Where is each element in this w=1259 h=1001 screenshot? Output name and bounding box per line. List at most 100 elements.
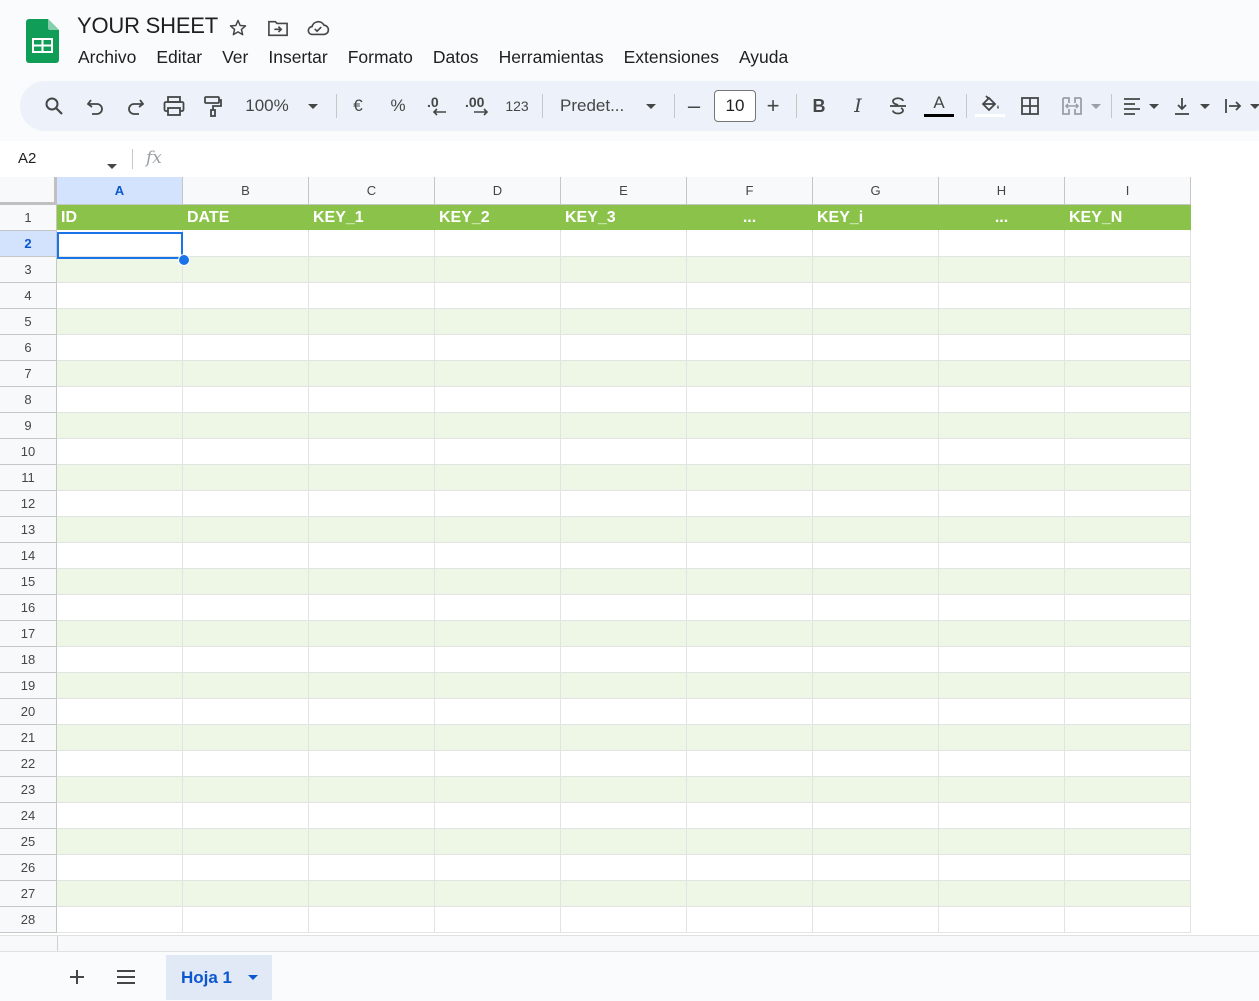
grid-cell[interactable] [57, 725, 183, 751]
grid-cell[interactable] [561, 621, 687, 647]
row-header-28[interactable]: 28 [0, 907, 57, 933]
header-cell[interactable]: ... [939, 205, 1065, 231]
text-wrapping-dropdown-icon[interactable] [1248, 81, 1259, 131]
grid-cell[interactable] [183, 855, 309, 881]
grid-cell[interactable] [939, 231, 1065, 257]
grid-cell[interactable] [939, 777, 1065, 803]
grid-cell[interactable] [435, 257, 561, 283]
grid-cell[interactable] [183, 283, 309, 309]
grid-cell[interactable] [183, 699, 309, 725]
menu-extensiones[interactable]: Extensiones [614, 45, 729, 69]
grid-cell[interactable] [309, 647, 435, 673]
grid-cell[interactable] [183, 751, 309, 777]
column-header-e[interactable]: E [561, 177, 687, 205]
menu-editar[interactable]: Editar [146, 45, 212, 69]
grid-cell[interactable] [813, 751, 939, 777]
grid-cell[interactable] [561, 595, 687, 621]
grid-cell[interactable] [435, 361, 561, 387]
grid-cell[interactable] [435, 309, 561, 335]
grid-cell[interactable] [813, 413, 939, 439]
grid-cell[interactable] [57, 257, 183, 283]
header-cell[interactable]: KEY_N [1065, 205, 1191, 231]
grid-cell[interactable] [687, 517, 813, 543]
grid-cell[interactable] [1065, 673, 1191, 699]
grid-cell[interactable] [1065, 855, 1191, 881]
grid-cell[interactable] [561, 829, 687, 855]
header-cell[interactable]: KEY_i [813, 205, 939, 231]
text-wrapping-icon[interactable] [1221, 81, 1245, 131]
menu-herramientas[interactable]: Herramientas [489, 45, 614, 69]
header-cell[interactable]: KEY_3 [561, 205, 687, 231]
grid-cell[interactable] [813, 439, 939, 465]
grid-cell[interactable] [435, 413, 561, 439]
grid-cell[interactable] [183, 569, 309, 595]
grid-cell[interactable] [813, 283, 939, 309]
grid-cell[interactable] [939, 257, 1065, 283]
grid-cell[interactable] [183, 881, 309, 907]
grid-cell[interactable] [1065, 309, 1191, 335]
grid-cell[interactable] [687, 361, 813, 387]
row-header-5[interactable]: 5 [0, 309, 57, 335]
zoom-select[interactable]: 100% [242, 81, 292, 131]
grid-cell[interactable] [183, 335, 309, 361]
grid-cell[interactable] [1065, 907, 1191, 933]
grid-cell[interactable] [309, 829, 435, 855]
grid-cell[interactable] [309, 751, 435, 777]
font-size-input[interactable]: 10 [714, 90, 756, 122]
grid-cell[interactable] [435, 621, 561, 647]
grid-cell[interactable] [57, 309, 183, 335]
document-title[interactable]: YOUR SHEET [77, 13, 218, 39]
grid-cell[interactable] [687, 387, 813, 413]
more-formats-button[interactable]: 123 [503, 81, 531, 131]
grid-cell[interactable] [435, 517, 561, 543]
header-cell[interactable]: KEY_2 [435, 205, 561, 231]
grid-cell[interactable] [939, 283, 1065, 309]
grid-cell[interactable] [939, 803, 1065, 829]
grid-cell[interactable] [813, 335, 939, 361]
menu-datos[interactable]: Datos [423, 45, 489, 69]
grid-cell[interactable] [1065, 283, 1191, 309]
column-header-c[interactable]: C [309, 177, 435, 205]
spreadsheet-grid[interactable]: ABCDEFGHI 1 ID DATE KEY_1 KEY_2 KEY_3... KEY_i… [0, 177, 1259, 935]
grid-cell[interactable] [183, 361, 309, 387]
print-icon[interactable] [162, 81, 186, 131]
menu-ver[interactable]: Ver [212, 45, 258, 69]
grid-cell[interactable] [813, 829, 939, 855]
grid-cell[interactable] [1065, 777, 1191, 803]
grid-cell[interactable] [435, 907, 561, 933]
grid-cell[interactable] [57, 335, 183, 361]
grid-cell[interactable] [183, 543, 309, 569]
borders-icon[interactable] [1018, 81, 1042, 131]
header-cell[interactable]: ID [57, 205, 183, 231]
column-header-f[interactable]: F [687, 177, 813, 205]
grid-cell[interactable] [939, 881, 1065, 907]
grid-cell[interactable] [435, 283, 561, 309]
grid-cell[interactable] [939, 751, 1065, 777]
grid-cell[interactable] [309, 413, 435, 439]
grid-cell[interactable] [939, 335, 1065, 361]
percent-format-button[interactable]: % [388, 81, 408, 131]
grid-cell[interactable] [939, 517, 1065, 543]
grid-cell[interactable] [939, 387, 1065, 413]
grid-cell[interactable] [687, 907, 813, 933]
grid-cell[interactable] [687, 829, 813, 855]
grid-cell[interactable] [561, 309, 687, 335]
row-header-24[interactable]: 24 [0, 803, 57, 829]
grid-cell[interactable] [183, 387, 309, 413]
add-sheet-button[interactable] [64, 964, 90, 990]
row-header-11[interactable]: 11 [0, 465, 57, 491]
grid-cell[interactable] [939, 595, 1065, 621]
row-header-8[interactable]: 8 [0, 387, 57, 413]
row-header-7[interactable]: 7 [0, 361, 57, 387]
grid-cell[interactable] [435, 491, 561, 517]
grid-cell[interactable] [57, 439, 183, 465]
grid-cell[interactable] [687, 621, 813, 647]
column-header-d[interactable]: D [435, 177, 561, 205]
grid-cell[interactable] [939, 309, 1065, 335]
grid-cell[interactable] [309, 621, 435, 647]
grid-cell[interactable] [183, 439, 309, 465]
grid-cell[interactable] [435, 387, 561, 413]
grid-cell[interactable] [57, 751, 183, 777]
grid-cell[interactable] [183, 413, 309, 439]
grid-cell[interactable] [813, 725, 939, 751]
